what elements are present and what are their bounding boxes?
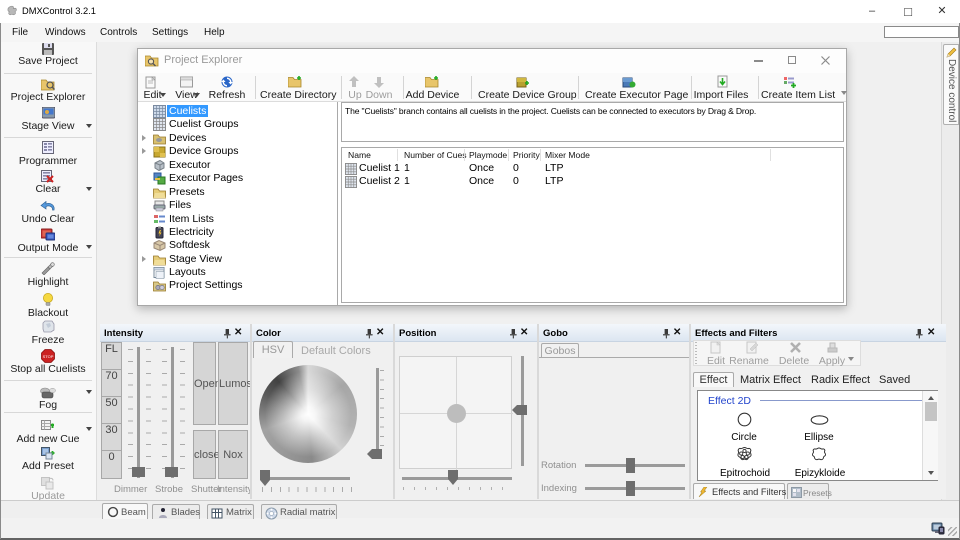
- svg-text:STOP: STOP: [43, 354, 54, 359]
